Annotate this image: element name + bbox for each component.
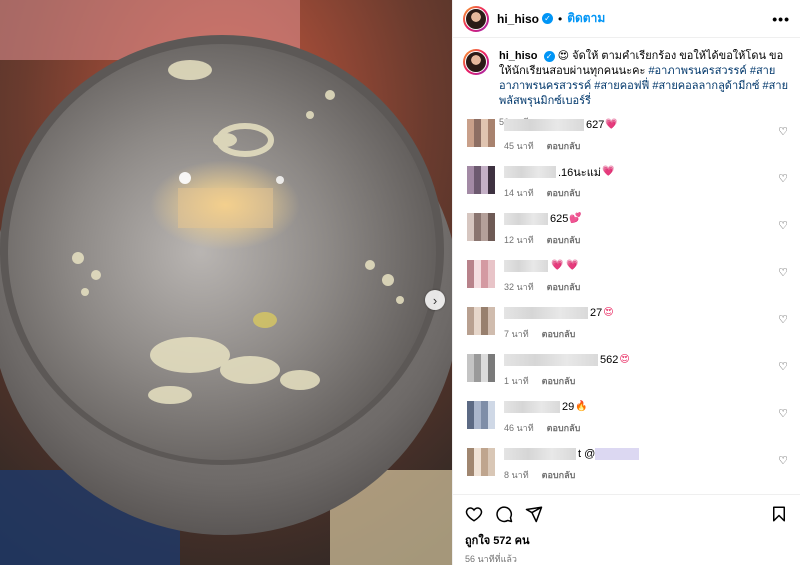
comment-emoji: 🔥: [575, 401, 588, 412]
reply-button[interactable]: ตอบกลับ: [542, 468, 576, 482]
caption-avatar[interactable]: [463, 49, 489, 75]
comment-emoji: 💗: [605, 119, 618, 130]
comment-emoji: 💗: [602, 166, 615, 177]
comment-text: t @: [578, 447, 596, 460]
commenter-avatar[interactable]: [467, 401, 495, 429]
reply-button[interactable]: ตอบกลับ: [542, 327, 576, 341]
blurred-mention[interactable]: [595, 447, 640, 460]
reply-button[interactable]: ตอบกลับ: [547, 186, 581, 200]
commenter-avatar[interactable]: [467, 260, 495, 288]
blurred-username[interactable]: [504, 353, 598, 366]
commenter-avatar[interactable]: [467, 448, 495, 476]
caption-username[interactable]: hi_hiso: [499, 50, 538, 62]
blurred-username[interactable]: [504, 118, 584, 131]
comment-row: 627 💗 45 นาที ตอบกลับ ♡: [467, 117, 792, 161]
action-bar: ถูกใจ 572 คน 56 นาทีที่แล้ว: [453, 494, 800, 565]
comment-row: 625 💕 12 นาที ตอบกลับ ♡: [467, 211, 792, 255]
comment-text: 625: [550, 212, 569, 225]
comment-like-heart-icon[interactable]: ♡: [778, 313, 788, 326]
comment-like-heart-icon[interactable]: ♡: [778, 454, 788, 467]
comment-text: 27: [590, 306, 603, 319]
comment-like-heart-icon[interactable]: ♡: [778, 172, 788, 185]
comment-time: 12 นาที: [504, 235, 534, 245]
comments-list[interactable]: hi_hiso ✓ 😍 จัดให้ ตามคำเรียกร้อง ขอให้ไ…: [453, 39, 800, 493]
commenter-avatar[interactable]: [467, 307, 495, 335]
comment-time: 7 นาที: [504, 329, 529, 339]
comment-text: .16นะแม่: [558, 166, 602, 179]
blurred-username[interactable]: [504, 165, 556, 178]
comment-row: 29 🔥 46 นาที ตอบกลับ ♡: [467, 399, 792, 443]
bowl-photo: [0, 0, 452, 565]
chevron-right-icon: ›: [432, 292, 438, 308]
blurred-username[interactable]: [504, 212, 548, 225]
comment-time: 45 นาที: [504, 141, 534, 151]
comment-text: 29: [562, 400, 575, 413]
author-avatar[interactable]: [463, 5, 489, 32]
commenter-avatar[interactable]: [467, 119, 495, 147]
reply-button[interactable]: ตอบกลับ: [542, 374, 576, 388]
comment-emoji: 😍: [603, 307, 614, 318]
comment-time: 32 นาที: [504, 282, 534, 292]
post-image: ›: [0, 0, 452, 565]
reply-button[interactable]: ตอบกลับ: [547, 233, 581, 247]
share-icon[interactable]: [525, 505, 543, 523]
comment-emoji: 💕: [569, 213, 582, 224]
comment-time: 8 นาที: [504, 470, 529, 480]
commenter-avatar[interactable]: [467, 354, 495, 382]
comment-time: 14 นาที: [504, 188, 534, 198]
post-sidebar: hi_hiso ✓ • ติดตาม ••• hi_hiso ✓ 😍 จัดให…: [452, 0, 800, 565]
next-image-button[interactable]: ›: [425, 290, 445, 310]
comment-row: .16นะแม่ 💗 14 นาที ตอบกลับ ♡: [467, 164, 792, 208]
comment-like-heart-icon[interactable]: ♡: [778, 360, 788, 373]
blurred-username[interactable]: [504, 306, 588, 319]
commenter-avatar[interactable]: [467, 213, 495, 241]
reply-button[interactable]: ตอบกลับ: [547, 280, 581, 294]
comment-text: 562: [600, 353, 619, 366]
reply-button[interactable]: ตอบกลับ: [547, 421, 581, 435]
comment-row: t @ 8 นาที ตอบกลับ ♡: [467, 446, 792, 490]
comment-emoji: 😍: [619, 354, 630, 365]
blurred-username[interactable]: [504, 447, 576, 460]
comment-row: 💗 💗 32 นาที ตอบกลับ ♡: [467, 258, 792, 302]
heart-icon[interactable]: [465, 505, 483, 523]
blurred-username[interactable]: [504, 259, 548, 272]
comment-row: 27 😍 7 นาที ตอบกลับ ♡: [467, 305, 792, 349]
comment-time: 46 นาที: [504, 423, 534, 433]
like-count[interactable]: ถูกใจ 572 คน: [465, 531, 788, 549]
comment-like-heart-icon[interactable]: ♡: [778, 125, 788, 138]
more-options-button[interactable]: •••: [772, 11, 790, 27]
comment-like-heart-icon[interactable]: ♡: [778, 219, 788, 232]
comment-icon[interactable]: [495, 505, 513, 523]
post-timestamp: 56 นาทีที่แล้ว: [465, 554, 517, 564]
post-header: hi_hiso ✓ • ติดตาม •••: [453, 0, 800, 38]
comment-time: 1 นาที: [504, 376, 529, 386]
author-username[interactable]: hi_hiso: [497, 12, 539, 26]
commenter-avatar[interactable]: [467, 166, 495, 194]
bookmark-icon[interactable]: [770, 505, 788, 523]
comment-like-heart-icon[interactable]: ♡: [778, 407, 788, 420]
reply-button[interactable]: ตอบกลับ: [547, 139, 581, 153]
comment-emoji: 💗 💗: [551, 260, 579, 271]
comment-like-heart-icon[interactable]: ♡: [778, 266, 788, 279]
follow-button[interactable]: ติดตาม: [567, 9, 605, 28]
comment-text: 627: [586, 118, 605, 131]
separator-dot: •: [558, 11, 563, 26]
verified-badge-icon: ✓: [543, 50, 555, 62]
blurred-username[interactable]: [504, 400, 560, 413]
comment-row: 562 😍 1 นาที ตอบกลับ ♡: [467, 352, 792, 396]
verified-badge-icon: ✓: [542, 13, 554, 24]
